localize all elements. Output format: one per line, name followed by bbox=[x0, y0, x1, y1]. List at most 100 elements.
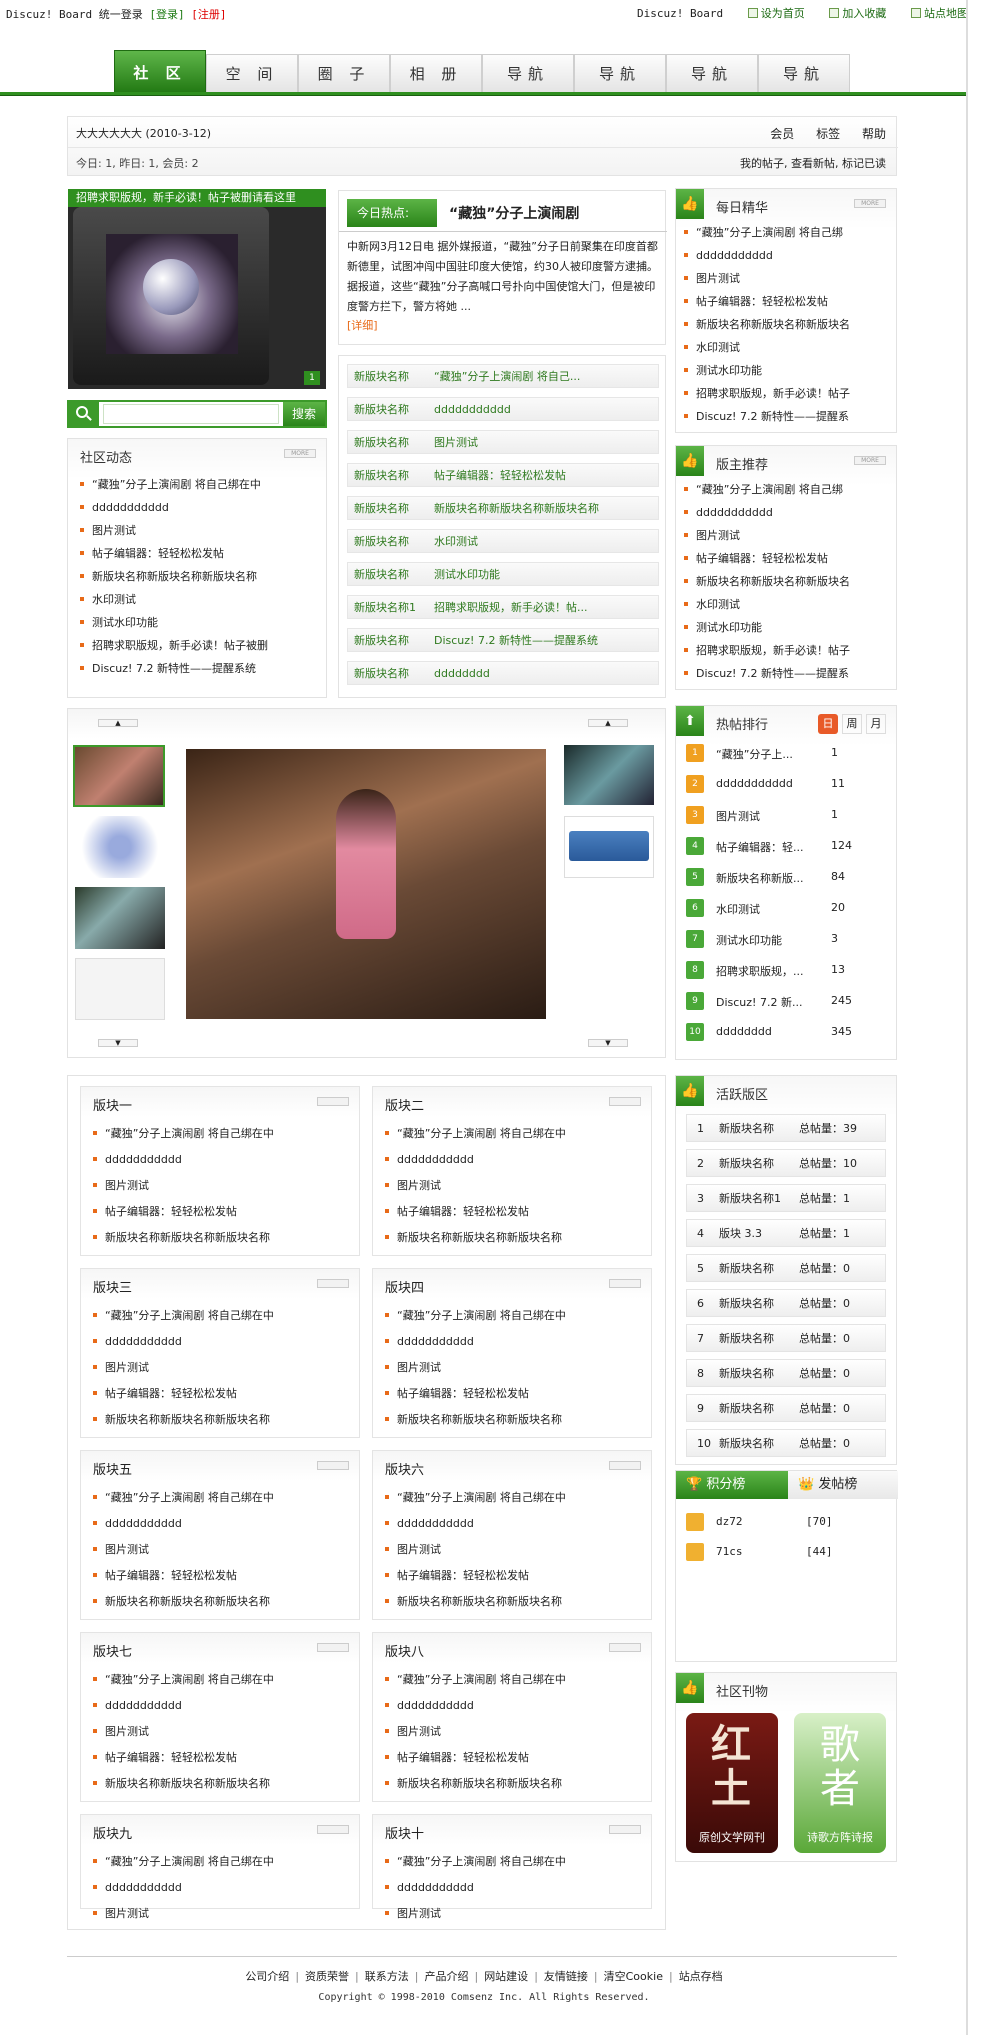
tab-credits[interactable]: 🏆 积分榜 bbox=[676, 1471, 788, 1499]
list-item[interactable]: 帖子编辑器：轻轻松松发帖 bbox=[385, 1199, 566, 1225]
active-forum-row[interactable]: 5 新版块名称 总帖量：0 bbox=[686, 1254, 886, 1282]
publication-cover[interactable]: 红土 原创文学网刊 bbox=[686, 1713, 778, 1853]
topic-title[interactable]: “藏独”分子上演闹剧 将自己... bbox=[434, 365, 580, 389]
list-item[interactable]: Discuz! 7.2 新特性——提醒系 bbox=[684, 662, 850, 685]
add-favorite-link[interactable]: 加入收藏 bbox=[829, 7, 886, 20]
tab-day[interactable]: 日 bbox=[818, 714, 838, 734]
topic-row[interactable]: 新版块名称 Discuz! 7.2 新特性——提醒系统 bbox=[347, 628, 659, 652]
more-button[interactable] bbox=[317, 1825, 349, 1834]
list-item[interactable]: 新版块名称新版块名称新版块名称 bbox=[93, 1407, 274, 1433]
forum-name[interactable]: 新版块名称 bbox=[719, 1290, 774, 1318]
list-item[interactable]: 水印测试 bbox=[684, 336, 850, 359]
topic-row[interactable]: 新版块名称 图片测试 bbox=[347, 430, 659, 454]
active-forum-row[interactable]: 10 新版块名称 总帖量：0 bbox=[686, 1429, 886, 1457]
list-item[interactable]: “藏独”分子上演闹剧 将自己绑在中 bbox=[385, 1849, 566, 1875]
tab-album[interactable]: 相 册 bbox=[390, 54, 482, 92]
list-item[interactable]: ddddddddddd bbox=[385, 1693, 566, 1719]
footer-link[interactable]: 站点存档 bbox=[679, 1970, 723, 1983]
list-item[interactable]: “藏独”分子上演闹剧 将自己绑 bbox=[684, 478, 850, 501]
list-item[interactable]: 图片测试 bbox=[385, 1355, 566, 1381]
login-link[interactable]: [登录] bbox=[149, 8, 184, 21]
list-item[interactable]: 图片测试 bbox=[385, 1537, 566, 1563]
scroll-up-button[interactable]: ▲ bbox=[588, 719, 628, 727]
topic-title[interactable]: 新版块名称新版块名称新版块名称 bbox=[434, 497, 599, 521]
list-item[interactable]: 招聘求职版规，新手必读！帖子 bbox=[684, 382, 850, 405]
topic-title[interactable]: 图片测试 bbox=[434, 431, 478, 455]
list-item[interactable]: 新版块名称新版块名称新版块名称 bbox=[385, 1225, 566, 1251]
list-item[interactable]: 帖子编辑器：轻轻松松发帖 bbox=[93, 1745, 274, 1771]
tags-link[interactable]: 标签 bbox=[816, 127, 840, 141]
more-button[interactable] bbox=[609, 1825, 641, 1834]
forum-name[interactable]: 新版块名称 bbox=[719, 1150, 774, 1178]
list-item[interactable]: 新版块名称新版块名称新版块名称 bbox=[80, 565, 268, 588]
more-button[interactable] bbox=[317, 1279, 349, 1288]
topic-title[interactable]: 水印测试 bbox=[434, 530, 478, 554]
tab-nav-3[interactable]: 导航 bbox=[666, 54, 758, 92]
members-link[interactable]: 会员 bbox=[770, 127, 794, 141]
scroll-down-button[interactable]: ▼ bbox=[588, 1039, 628, 1047]
topic-title[interactable]: dddddddd bbox=[434, 662, 490, 686]
list-item[interactable]: ddddddddddd bbox=[93, 1147, 274, 1173]
active-forum-row[interactable]: 3 新版块名称1 总帖量：1 bbox=[686, 1184, 886, 1212]
section-title[interactable]: 版块六 bbox=[385, 1459, 424, 1478]
leader-name[interactable]: 71cs bbox=[716, 1545, 743, 1558]
banner-caption[interactable]: 招聘求职版规，新手必读！帖子被删请看这里 bbox=[68, 189, 326, 207]
section-title[interactable]: 版块一 bbox=[93, 1095, 132, 1114]
list-item[interactable]: 新版块名称新版块名称新版块名称 bbox=[93, 1771, 274, 1797]
daily-more-button[interactable]: MORE bbox=[854, 199, 886, 208]
topic-title[interactable]: Discuz! 7.2 新特性——提醒系统 bbox=[434, 629, 598, 653]
forum-name[interactable]: 新版块名称 bbox=[354, 662, 409, 686]
tab-circle[interactable]: 圈 子 bbox=[298, 54, 390, 92]
scroll-down-button[interactable]: ▼ bbox=[98, 1039, 138, 1047]
tab-posts[interactable]: 👑 发帖榜 bbox=[788, 1471, 898, 1499]
list-item[interactable]: “藏独”分子上演闹剧 将自己绑在中 bbox=[80, 473, 268, 496]
list-item[interactable]: ddddddddddd bbox=[93, 1329, 274, 1355]
forum-name[interactable]: 新版块名称 bbox=[354, 464, 409, 488]
footer-link[interactable]: 资质荣誉 bbox=[305, 1970, 349, 1983]
list-item[interactable]: 新版块名称新版块名称新版块名称 bbox=[385, 1589, 566, 1615]
rank-title[interactable]: ddddddddddd bbox=[716, 777, 793, 790]
register-link[interactable]: [注册] bbox=[191, 8, 226, 21]
list-item[interactable]: 测试水印功能 bbox=[684, 616, 850, 639]
community-more-button[interactable]: MORE bbox=[284, 449, 316, 458]
list-item[interactable]: 帖子编辑器：轻轻松松发帖 bbox=[385, 1381, 566, 1407]
thumbnail[interactable] bbox=[564, 745, 654, 805]
list-item[interactable]: ddddddddddd bbox=[385, 1147, 566, 1173]
set-homepage-link[interactable]: 设为首页 bbox=[747, 7, 805, 20]
footer-link[interactable]: 公司介绍 bbox=[245, 1970, 289, 1983]
rank-title[interactable]: 测试水印功能 bbox=[716, 932, 782, 948]
thumbnail[interactable] bbox=[75, 816, 165, 878]
list-item[interactable]: 帖子编辑器：轻轻松松发帖 bbox=[385, 1563, 566, 1589]
list-item[interactable]: 帖子编辑器：轻轻松松发帖 bbox=[93, 1199, 274, 1225]
footer-link[interactable]: 联系方法 bbox=[365, 1970, 409, 1983]
tab-month[interactable]: 月 bbox=[866, 714, 886, 734]
list-item[interactable]: Discuz! 7.2 新特性——提醒系 bbox=[684, 405, 850, 428]
topic-row[interactable]: 新版块名称 ddddddddddd bbox=[347, 397, 659, 421]
topic-row[interactable]: 新版块名称1 招聘求职版规，新手必读！帖... bbox=[347, 595, 659, 619]
list-item[interactable]: ddddddddddd bbox=[684, 244, 850, 267]
list-item[interactable]: 图片测试 bbox=[385, 1901, 566, 1927]
active-forum-row[interactable]: 7 新版块名称 总帖量：0 bbox=[686, 1324, 886, 1352]
topic-row[interactable]: 新版块名称 测试水印功能 bbox=[347, 562, 659, 586]
section-title[interactable]: 版块三 bbox=[93, 1277, 132, 1296]
list-item[interactable]: “藏独”分子上演闹剧 将自己绑 bbox=[684, 221, 850, 244]
tab-nav-4[interactable]: 导航 bbox=[758, 54, 850, 92]
active-forum-row[interactable]: 2 新版块名称 总帖量：10 bbox=[686, 1149, 886, 1177]
list-item[interactable]: 新版块名称新版块名称新版块名称 bbox=[385, 1407, 566, 1433]
more-button[interactable] bbox=[609, 1097, 641, 1106]
topic-row[interactable]: 新版块名称 水印测试 bbox=[347, 529, 659, 553]
list-item[interactable]: 新版块名称新版块名称新版块名称 bbox=[385, 1771, 566, 1797]
list-item[interactable]: “藏独”分子上演闹剧 将自己绑在中 bbox=[385, 1303, 566, 1329]
more-button[interactable] bbox=[609, 1643, 641, 1652]
forum-name[interactable]: 新版块名称 bbox=[354, 530, 409, 554]
search-input[interactable] bbox=[103, 404, 279, 424]
tab-community[interactable]: 社 区 bbox=[114, 50, 206, 92]
banner-image[interactable]: 招聘求职版规，新手必读！帖子被删请看这里 1 bbox=[68, 189, 326, 389]
list-item[interactable]: 帖子编辑器：轻轻松松发帖 bbox=[684, 547, 850, 570]
board-link[interactable]: Discuz! Board bbox=[637, 7, 723, 20]
list-item[interactable]: 新版块名称新版块名称新版块名 bbox=[684, 570, 850, 593]
list-item[interactable]: Discuz! 7.2 新特性——提醒系统 bbox=[80, 657, 268, 680]
thumbnail[interactable] bbox=[75, 958, 165, 1020]
topic-title[interactable]: 招聘求职版规，新手必读！帖... bbox=[434, 596, 588, 620]
list-item[interactable]: 图片测试 bbox=[385, 1173, 566, 1199]
